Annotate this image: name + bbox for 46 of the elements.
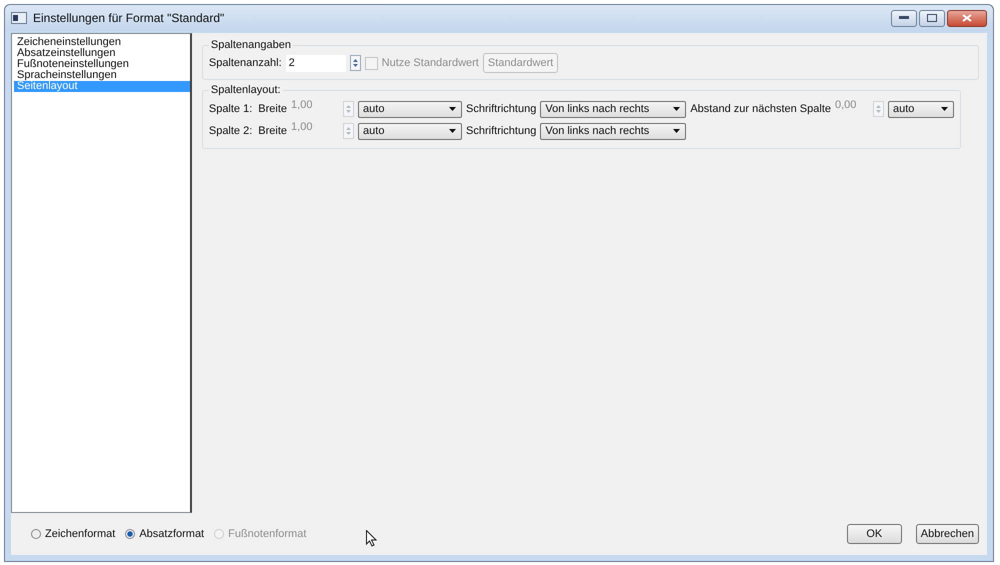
sidebar-item[interactable]: Fußnoteneinstellungen bbox=[14, 59, 190, 70]
dropdown[interactable]: Von links nach rechts bbox=[540, 100, 686, 118]
radio-button[interactable] bbox=[31, 529, 41, 539]
checkbox-label: Nutze Standardwert bbox=[382, 57, 479, 69]
close-icon bbox=[962, 14, 972, 22]
field-label: Schriftrichtung bbox=[466, 103, 536, 115]
caret-icon bbox=[673, 107, 680, 111]
dropdown[interactable]: auto bbox=[358, 122, 462, 140]
caret-icon bbox=[449, 107, 456, 111]
field-label: Schriftrichtung bbox=[466, 125, 536, 137]
group-title: Spaltenlayout: bbox=[210, 84, 282, 96]
radio-label: Absatzformat bbox=[139, 528, 204, 540]
radio-button[interactable] bbox=[125, 529, 136, 539]
field-label: Breite bbox=[258, 103, 288, 115]
field-label: Abstand zur nächsten Spalte bbox=[690, 103, 831, 115]
field-label: Breite bbox=[258, 125, 288, 137]
group-title: Spaltenangaben bbox=[210, 39, 292, 51]
maximize-button[interactable] bbox=[919, 10, 945, 26]
number-field[interactable]: 2 bbox=[286, 54, 346, 72]
dropdown[interactable]: auto bbox=[358, 100, 462, 118]
column-label: Spalte 2: bbox=[208, 125, 252, 137]
minimize-button[interactable] bbox=[891, 10, 917, 26]
spinner-arrows-icon[interactable] bbox=[350, 55, 361, 71]
dropdown[interactable]: Von links nach rechts bbox=[540, 122, 686, 140]
column-label: Spalte 1: bbox=[208, 103, 252, 115]
caret-icon bbox=[449, 129, 456, 133]
sidebar-item[interactable]: Spracheinstellungen bbox=[14, 70, 190, 81]
dialog-button[interactable]: Abbrechen bbox=[916, 524, 979, 544]
app-icon bbox=[11, 12, 27, 24]
caret-icon bbox=[941, 107, 948, 111]
close-button[interactable] bbox=[947, 10, 987, 26]
window-title: Einstellungen für Format "Standard" bbox=[33, 11, 226, 25]
minimize-icon bbox=[899, 16, 909, 20]
sidebar-item[interactable]: Absatzeinstellungen bbox=[14, 48, 190, 59]
dropdown[interactable]: auto bbox=[888, 100, 954, 118]
caret-icon bbox=[673, 129, 680, 133]
maximize-icon bbox=[927, 14, 937, 22]
spacing-value: 0,00 bbox=[835, 99, 858, 111]
width-value: 1,00 bbox=[291, 99, 314, 111]
width-value: 1,00 bbox=[291, 121, 314, 133]
radio-label: Zeichenformat bbox=[45, 528, 116, 540]
dialog-button[interactable]: OK bbox=[846, 524, 902, 544]
radio-label: Fußnotenformat bbox=[228, 528, 306, 540]
sidebar-item[interactable]: Zeicheneinstellungen bbox=[14, 37, 190, 48]
mouse-pointer-icon bbox=[366, 530, 378, 546]
field-label: Spaltenanzahl: bbox=[208, 57, 282, 69]
